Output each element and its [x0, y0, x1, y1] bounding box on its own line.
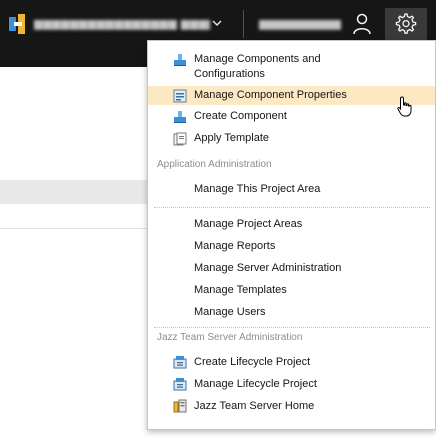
properties-icon	[173, 89, 187, 103]
menu-item-manage-this-project-area[interactable]: Manage This Project Area	[148, 181, 435, 200]
menu-item-manage-reports[interactable]: Manage Reports	[148, 238, 435, 257]
template-icon	[173, 132, 187, 146]
menu-item-manage-templates[interactable]: Manage Templates	[148, 282, 435, 301]
section-heading-application-administration: Application Administration	[157, 159, 272, 170]
menu-item-manage-components[interactable]: Manage Components and Configurations	[148, 51, 435, 83]
server-home-icon	[173, 399, 187, 413]
menu-item-jazz-team-server-home[interactable]: Jazz Team Server Home	[148, 398, 435, 417]
menu-divider	[154, 207, 430, 208]
menu-item-manage-project-areas[interactable]: Manage Project Areas	[148, 216, 435, 235]
user-name[interactable]: ▆▆▆▆▆▆▆▆▆▆	[259, 17, 341, 31]
menu-item-manage-lifecycle-project[interactable]: Manage Lifecycle Project	[148, 376, 435, 395]
application-logo[interactable]	[9, 14, 27, 34]
menu-item-manage-server-administration[interactable]: Manage Server Administration	[148, 260, 435, 279]
component-icon	[173, 110, 187, 124]
lifecycle-project-icon	[173, 355, 187, 369]
chevron-down-icon[interactable]	[210, 16, 224, 30]
hand-pointer-cursor-icon	[397, 96, 413, 118]
settings-menu: Manage Components and Configurations Man…	[147, 40, 436, 430]
page-divider	[0, 228, 150, 229]
menu-item-apply-template[interactable]: Apply Template	[148, 130, 435, 149]
menu-item-manage-component-properties[interactable]: Manage Component Properties	[148, 86, 435, 105]
component-icon	[173, 53, 187, 67]
section-heading-jazz-team-server-administration: Jazz Team Server Administration	[157, 332, 303, 343]
menu-item-create-lifecycle-project[interactable]: Create Lifecycle Project	[148, 354, 435, 373]
page-selected-row	[0, 180, 150, 204]
menu-item-manage-users[interactable]: Manage Users	[148, 304, 435, 323]
topbar-divider	[243, 10, 244, 38]
menu-divider	[154, 327, 430, 328]
user-icon[interactable]	[352, 13, 372, 35]
lifecycle-project-icon	[173, 377, 187, 391]
menu-item-create-component[interactable]: Create Component	[148, 108, 435, 127]
project-area-name[interactable]: ▆▆▆▆▆▆▆▆▆▆▆▆▆▆▆▆ ▆▆▆▆▆	[34, 17, 210, 31]
settings-button[interactable]	[385, 8, 427, 40]
